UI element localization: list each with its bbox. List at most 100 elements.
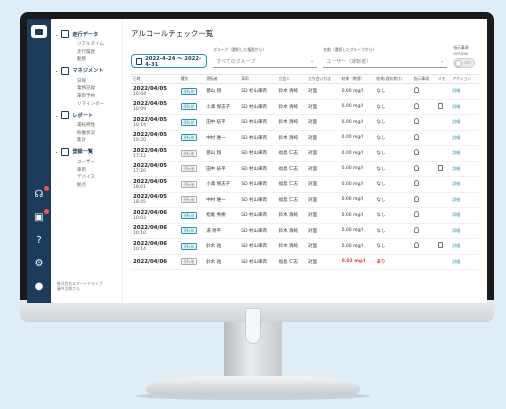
detail-link[interactable]: 詳細 — [452, 212, 460, 217]
chevron-down-icon: ⌄ — [55, 149, 59, 155]
instruction-toggle-group: 指示事項 OFF/ON OFF — [453, 45, 479, 68]
cell-driver: 田中 紡平 — [204, 161, 240, 177]
sidebar-item[interactable]: リアルタイム — [55, 41, 122, 49]
cell-memo — [435, 114, 451, 131]
app-logo-icon[interactable] — [31, 25, 47, 38]
column-header: アクション — [452, 76, 472, 81]
group-select-value: すべてのグループ — [216, 58, 256, 65]
cell-action: 詳細 — [450, 254, 479, 270]
cell-instruction — [411, 145, 436, 162]
bar-chart-icon — [61, 111, 70, 120]
chevron-down-icon: ⌄ — [440, 58, 445, 64]
cell-driver: 徳山 翔 — [204, 83, 240, 100]
sidebar-item[interactable]: 動態 — [55, 56, 122, 64]
cell-verdict: なし — [374, 161, 412, 177]
cell-action: 詳細 — [450, 145, 479, 162]
document-icon[interactable] — [437, 164, 443, 171]
sidebar-item[interactable]: リマインダー — [55, 101, 122, 109]
document-icon[interactable] — [437, 102, 443, 109]
lightbulb-icon[interactable] — [413, 164, 419, 171]
cell-verdict: なし — [374, 223, 412, 239]
sidebar-item[interactable]: 拠点 — [55, 182, 122, 190]
detail-link[interactable]: 詳細 — [452, 135, 460, 140]
cell-type: 運転前 — [178, 207, 205, 224]
cell-instruction — [411, 207, 436, 224]
sidebar-item[interactable]: 車両 — [55, 167, 122, 175]
sidebar-item[interactable]: 走行履歴 — [55, 49, 122, 57]
column-header[interactable]: 日時 — [131, 75, 179, 84]
instruction-toggle[interactable]: OFF — [453, 58, 476, 68]
cell-action: 詳細 — [450, 99, 479, 115]
cell-type: 運転後 — [178, 254, 205, 270]
column-header: メモ — [437, 76, 446, 81]
lightbulb-icon[interactable] — [413, 133, 419, 140]
calendar-icon — [136, 57, 143, 65]
detail-link[interactable]: 詳細 — [452, 150, 460, 155]
bell-icon[interactable]: ▣ — [32, 209, 49, 225]
cell-memo — [435, 192, 451, 208]
date-range-picker[interactable]: 2022-4-24 〜 2022-4-31 — [131, 54, 208, 68]
cell-witness: 鈴木 清純 — [276, 238, 306, 255]
sidebar-section[interactable]: ⌄ 登録一覧 — [55, 147, 122, 156]
sidebar-item[interactable]: デバイス — [55, 174, 122, 182]
detail-link[interactable]: 詳細 — [452, 88, 460, 93]
cell-witness: 鈴木 清純 — [276, 207, 306, 224]
cell-action: 詳細 — [450, 83, 479, 100]
sidebar-item[interactable]: 車両予約 — [55, 93, 122, 101]
cell-method: 対面 — [305, 223, 340, 239]
headset-icon[interactable]: ☊ — [32, 186, 49, 202]
detail-link[interactable]: 詳細 — [452, 197, 460, 202]
sidebar-section-label: レポート — [72, 112, 94, 119]
cell-datetime: 2022/04/06 10:14 — [131, 238, 179, 255]
sidebar-item[interactable]: 集計 — [55, 137, 122, 145]
sidebar-section[interactable]: ⌄ レポート — [55, 111, 122, 120]
detail-link[interactable]: 詳細 — [452, 243, 460, 248]
gear-icon[interactable]: ⚙ — [32, 257, 46, 271]
cell-witness: 鈴木 清純 — [276, 83, 306, 100]
help-icon[interactable]: ? — [32, 234, 46, 248]
column-header: 立会人 — [278, 76, 290, 81]
cell-instruction — [411, 130, 436, 146]
avatar[interactable]: ● — [32, 280, 46, 294]
cell-instruction — [411, 99, 436, 115]
sidebar-section[interactable]: ⌄ 走行データ — [55, 30, 122, 38]
detail-link[interactable]: 詳細 — [452, 119, 460, 124]
cell-witness: 福島 仁志 — [276, 161, 306, 177]
cell-method: 対面 — [305, 238, 340, 255]
detail-link[interactable]: 詳細 — [452, 228, 460, 233]
lightbulb-icon[interactable] — [413, 242, 419, 249]
sidebar-item[interactable]: 稼働状況 — [55, 130, 122, 138]
lightbulb-icon[interactable] — [413, 226, 419, 233]
sidebar-section[interactable]: ⌄ マネジメント — [55, 66, 122, 75]
name-select[interactable]: ユーザー（運転者） ⌄ — [323, 55, 448, 68]
lightbulb-icon[interactable] — [413, 195, 419, 202]
sidebar-item[interactable]: 運転特性 — [55, 122, 122, 130]
cell-time: 10:04 — [133, 91, 146, 97]
sidebar-item[interactable]: 業務記録 — [55, 85, 122, 93]
detail-link[interactable]: 詳細 — [452, 166, 460, 171]
lightbulb-icon[interactable] — [413, 87, 419, 94]
sidebar-item[interactable]: 日報 — [55, 78, 122, 86]
lightbulb-icon[interactable] — [413, 211, 419, 218]
lightbulb-icon[interactable] — [413, 102, 419, 109]
cell-value: 0.00 mg/l — [339, 114, 375, 131]
cell-time: 17:12 — [133, 153, 146, 159]
lightbulb-icon[interactable] — [413, 118, 419, 125]
lightbulb-icon[interactable] — [413, 149, 419, 156]
lightbulb-icon[interactable] — [413, 180, 419, 187]
document-icon[interactable] — [437, 242, 443, 249]
sidebar-item[interactable]: ユーザー — [55, 159, 122, 167]
sidebar-section-label: マネジメント — [72, 68, 104, 75]
sidebar-section-label: 走行データ — [72, 31, 99, 38]
detail-link[interactable]: 詳細 — [452, 181, 460, 186]
user-name: 藤井太郎さん — [57, 286, 80, 291]
detail-link[interactable]: 詳細 — [452, 259, 460, 264]
table-row: 2022/04/06 10:03 運転前 松尾 秀樹 SD 村山車両 鈴木 清純 対面 0.0… — [131, 207, 479, 224]
cell-memo — [435, 99, 451, 115]
cell-action: 詳細 — [450, 176, 479, 193]
cell-instruction — [411, 83, 436, 100]
group-filter-label: グループ（選択した権限から） — [213, 47, 267, 52]
notification-dot — [44, 186, 49, 191]
detail-link[interactable]: 詳細 — [452, 104, 460, 109]
group-select[interactable]: すべてのグループ ⌄ — [213, 55, 318, 68]
